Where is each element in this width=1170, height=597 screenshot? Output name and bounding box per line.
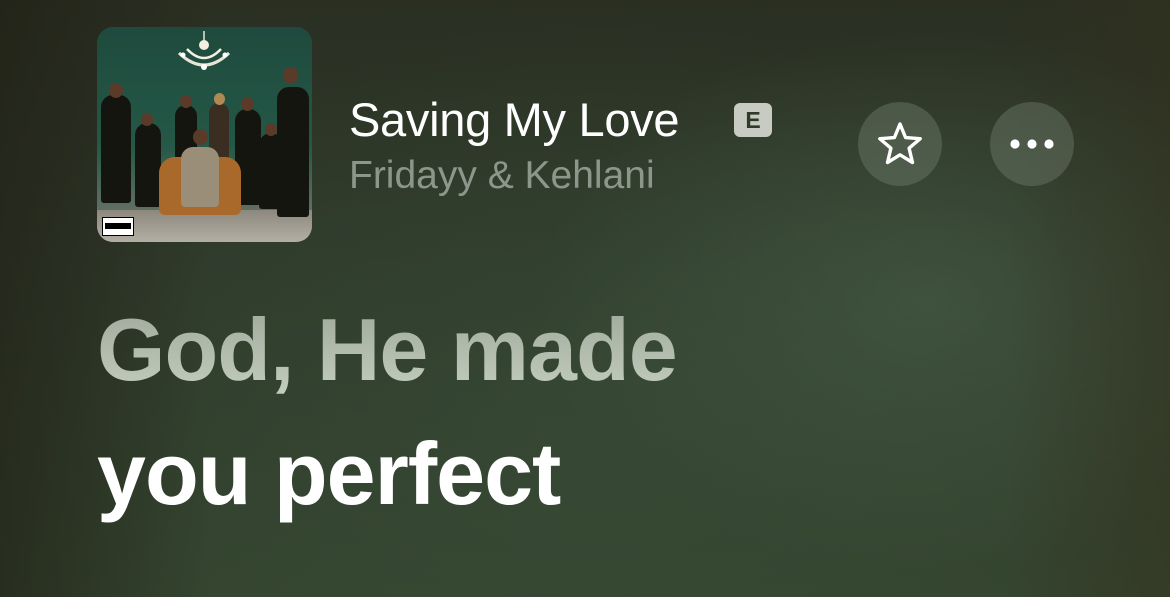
album-figure-head	[193, 129, 208, 145]
star-icon	[878, 122, 922, 165]
album-figure	[135, 123, 161, 207]
ellipsis-icon	[1010, 139, 1054, 149]
album-figure-head	[180, 95, 192, 108]
album-seated-figure	[181, 147, 219, 207]
album-figure-head	[241, 97, 254, 111]
album-figure-head	[141, 113, 153, 126]
lyric-line-previous[interactable]: God, He made	[97, 300, 678, 400]
album-figure-head	[109, 83, 123, 98]
song-title[interactable]: Saving My Love	[349, 95, 680, 145]
album-figure-head	[214, 93, 225, 105]
album-figure	[101, 95, 131, 203]
album-figure-head	[283, 67, 298, 84]
favorite-button[interactable]	[858, 102, 942, 186]
chandelier-graphic	[177, 31, 231, 70]
explicit-badge: E	[734, 103, 772, 137]
artist-name[interactable]: Fridayy & Kehlani	[349, 154, 655, 198]
more-options-button[interactable]	[990, 102, 1074, 186]
album-figure	[277, 87, 309, 217]
parental-advisory-label	[102, 217, 134, 236]
lyric-line-current[interactable]: you perfect	[97, 424, 561, 524]
album-art[interactable]	[97, 27, 312, 242]
album-figure-head	[265, 123, 277, 136]
